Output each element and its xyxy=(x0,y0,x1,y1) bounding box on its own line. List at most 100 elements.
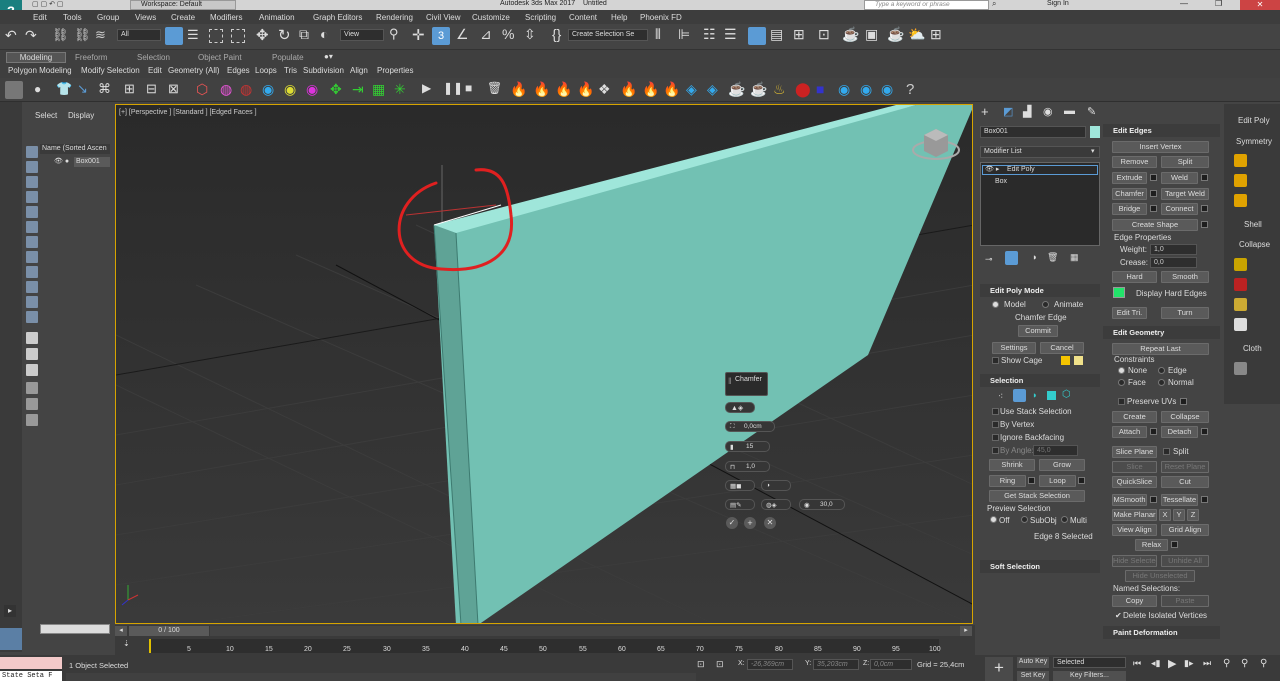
fire-icon[interactable]: 🔥 xyxy=(510,81,527,98)
drop-icon[interactable]: ◉ xyxy=(262,81,274,98)
remove-button[interactable]: Remove xyxy=(1112,156,1157,168)
ring-spinner[interactable] xyxy=(1028,477,1035,484)
commit-button[interactable]: Commit xyxy=(1018,325,1058,337)
prev-frame-icon[interactable]: ◂▮ xyxy=(1151,658,1160,669)
minimize-icon[interactable]: — xyxy=(1180,0,1188,8)
shrink-button[interactable]: Shrink xyxy=(989,459,1035,471)
ribbon-tab-freeform[interactable]: Freeform xyxy=(75,53,107,62)
percent-snap-icon[interactable]: % xyxy=(502,26,514,42)
shortcut-icon-2[interactable] xyxy=(1234,174,1247,187)
green-star-icon[interactable]: ✳ xyxy=(394,81,406,98)
loop-spinner[interactable] xyxy=(1078,477,1085,484)
fire-7-icon[interactable]: 🔥 xyxy=(663,81,680,98)
z-coord-field[interactable]: 0,0cm xyxy=(870,659,912,670)
set-key-button[interactable]: Set Key xyxy=(1017,671,1049,681)
menu-create[interactable]: Create xyxy=(171,13,195,22)
radio-constraint-edge[interactable] xyxy=(1158,367,1165,374)
chamfer-smooth-field[interactable]: ▦◼ xyxy=(725,480,755,491)
isolate-icon[interactable]: ⊡ xyxy=(697,659,705,670)
filter-cameras-icon[interactable] xyxy=(26,191,38,203)
modifier-list-dropdown[interactable]: Modifier List ▾ xyxy=(980,146,1100,158)
play-icon[interactable]: ▶ xyxy=(422,81,431,95)
add-time-tag-icon[interactable]: + xyxy=(985,657,1013,681)
chamfer-open-field[interactable]: ▤✎ xyxy=(725,499,755,510)
view-align-button[interactable]: View Align xyxy=(1112,524,1157,536)
bridge-settings[interactable] xyxy=(1150,205,1157,212)
chamfer-segments-field[interactable]: ▮ 15 xyxy=(725,441,770,452)
goto-end-icon[interactable]: ⏭ xyxy=(1203,658,1211,669)
use-stack-checkbox[interactable] xyxy=(992,408,999,415)
menu-graph-editors[interactable]: Graph Editors xyxy=(313,13,362,22)
filter-helpers-icon[interactable] xyxy=(26,206,38,218)
weight-spinner[interactable]: 1,0 xyxy=(1150,244,1197,255)
ref-coord-dropdown[interactable]: View xyxy=(340,29,384,41)
ribbon-panel-tris[interactable]: Tris xyxy=(284,66,297,75)
configure-sets-icon[interactable]: ▦ xyxy=(1070,252,1079,263)
selection-lock-icon[interactable]: ⊡ xyxy=(716,659,724,670)
spinner-snap-icon[interactable]: ⇳ xyxy=(524,26,536,43)
expand-arrow-icon[interactable]: ▸ xyxy=(4,605,16,617)
hide-selected-button[interactable]: Hide Selected xyxy=(1112,555,1157,567)
bridge-button[interactable]: Bridge xyxy=(1112,203,1147,215)
display-invert-icon[interactable] xyxy=(26,364,38,376)
caddy-grip-icon[interactable]: ‖ xyxy=(728,376,732,386)
attach-button[interactable]: Attach xyxy=(1112,426,1147,438)
extrude-button[interactable]: Extrude xyxy=(1112,172,1147,184)
a360-icon[interactable]: ⊞ xyxy=(930,26,942,43)
next-frame-icon[interactable]: ▮▸ xyxy=(1184,658,1193,669)
shortcut-collapse[interactable]: Collapse xyxy=(1239,240,1270,249)
polygon-mode-icon[interactable] xyxy=(1047,391,1056,400)
chamfer-amount-field[interactable]: ⛶ 0,0cm xyxy=(725,421,775,432)
green-grid-icon[interactable]: ▦ xyxy=(372,81,385,98)
filter-lights-icon[interactable] xyxy=(26,176,38,188)
menu-animation[interactable]: Animation xyxy=(259,13,295,22)
cut-button[interactable]: Cut xyxy=(1161,476,1209,488)
funnel-icon[interactable] xyxy=(26,398,38,410)
weld-button[interactable]: Weld xyxy=(1161,172,1198,184)
maxscript-listener-top[interactable] xyxy=(0,657,62,669)
radio-constraint-none[interactable] xyxy=(1118,367,1125,374)
sphere-wire-icon[interactable]: ◍ xyxy=(220,81,232,98)
cage-selected-color-swatch[interactable] xyxy=(1074,356,1083,365)
menu-content[interactable]: Content xyxy=(569,13,597,22)
shortcut-icon-6[interactable] xyxy=(1234,298,1247,311)
transform-icon[interactable]: ↘ xyxy=(77,81,88,97)
zoom-extents-icon[interactable]: ⚲ xyxy=(1260,658,1267,669)
by-angle-spinner[interactable]: 45,0 xyxy=(1033,445,1078,456)
collapse-button[interactable]: Collapse xyxy=(1161,411,1209,423)
select-object-icon[interactable] xyxy=(165,27,183,45)
ribbon-tab-modeling[interactable]: Modeling xyxy=(6,52,66,63)
undo-icon[interactable]: ↶ xyxy=(5,27,17,44)
shortcut-symmetry[interactable]: Symmetry xyxy=(1236,137,1272,146)
fire-4-icon[interactable]: 🔥 xyxy=(577,81,594,98)
radio-constraint-normal[interactable] xyxy=(1158,379,1165,386)
find-icon[interactable] xyxy=(26,382,38,394)
explorer-column-header[interactable]: Name (Sorted Ascen xyxy=(40,144,110,154)
connect-settings[interactable] xyxy=(1201,205,1208,212)
display-tab-icon[interactable]: ▬ xyxy=(1064,105,1075,117)
unlink-icon[interactable]: ⛓ xyxy=(74,27,91,43)
stop-icon[interactable]: ■ xyxy=(465,81,472,95)
unhide-all-button[interactable]: Unhide All xyxy=(1161,555,1209,567)
pause-icon[interactable]: ❚❚ xyxy=(443,81,463,95)
filter-spacewarps-icon[interactable] xyxy=(26,221,38,233)
slice-plane-button[interactable]: Slice Plane xyxy=(1112,446,1157,458)
hide-unselected-button[interactable]: Hide Unselected xyxy=(1125,570,1195,582)
shortcut-icon-7[interactable] xyxy=(1234,318,1247,331)
caddy-cancel-icon[interactable]: ✕ xyxy=(764,517,776,529)
menu-scripting[interactable]: Scripting xyxy=(525,13,556,22)
menu-help[interactable]: Help xyxy=(611,13,627,22)
scale-icon[interactable]: ⧉ xyxy=(299,26,309,43)
planar-y-button[interactable]: Y xyxy=(1173,509,1185,521)
quickslice-button[interactable]: QuickSlice xyxy=(1112,476,1157,488)
remove-modifier-icon[interactable]: 🗑 xyxy=(1047,252,1058,263)
redo-icon[interactable]: ↷ xyxy=(25,27,37,44)
ring-button[interactable]: Ring xyxy=(989,475,1026,487)
msmooth-settings[interactable] xyxy=(1150,496,1157,503)
workspace-dropdown[interactable]: Workspace: Default xyxy=(130,0,236,10)
radio-preview-multi[interactable] xyxy=(1061,516,1068,523)
key-mode-dropdown[interactable]: Selected xyxy=(1053,657,1126,668)
render-setup-icon[interactable]: ☕ xyxy=(842,26,859,43)
ribbon-tab-selection[interactable]: Selection xyxy=(137,53,170,62)
caddy-apply-icon[interactable]: + xyxy=(744,517,756,529)
